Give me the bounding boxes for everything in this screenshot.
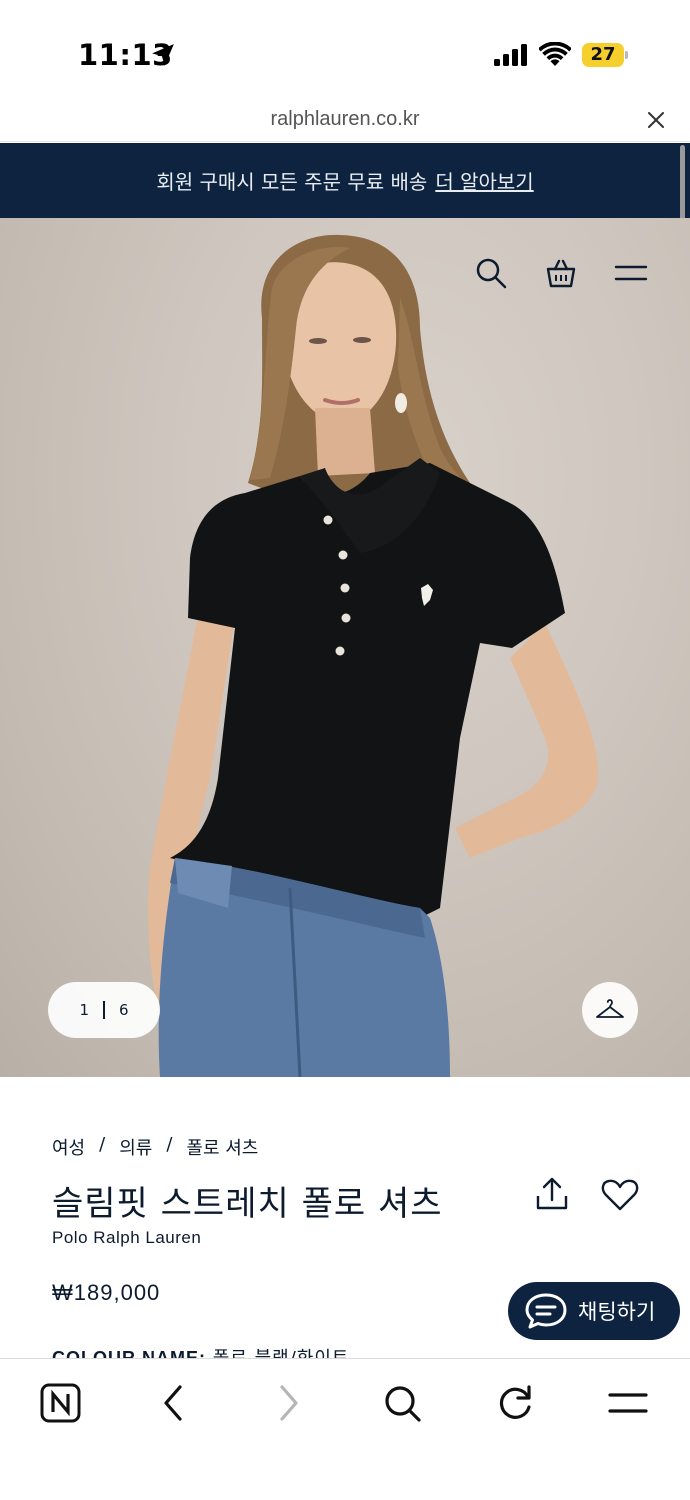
pager-total: 6 [119,1001,129,1019]
naver-n-icon[interactable] [39,1381,83,1425]
battery-level: 27 [590,44,616,65]
browser-toolbar [0,1358,690,1500]
status-bar: 11:13 27 [0,0,690,100]
back-arrow-icon[interactable] [152,1381,196,1425]
product-hero-image[interactable]: 1 6 [0,218,690,1077]
colour-name: COLOUR NAME: 폴로 블랙/화이트 [52,1344,349,1358]
breadcrumb-separator: / [166,1134,173,1155]
colour-value: 폴로 블랙/화이트 [213,1348,350,1358]
search-icon[interactable] [380,1381,424,1425]
url-text[interactable]: ralphlauren.co.kr [0,108,690,131]
breadcrumb-item-clothing[interactable]: 의류 [119,1134,152,1160]
wifi-icon [539,42,571,66]
battery-icon: 27 [582,43,628,67]
chat-button[interactable]: 채팅하기 [508,1282,680,1340]
hanger-button[interactable] [582,982,638,1038]
chat-label: 채팅하기 [578,1300,656,1324]
pager-current: 1 [79,1001,89,1019]
product-brand: Polo Ralph Lauren [52,1228,202,1247]
breadcrumb-item-polo-shirts[interactable]: 폴로 셔츠 [186,1134,258,1160]
share-icon[interactable] [534,1176,570,1212]
search-icon[interactable] [474,256,508,290]
heart-icon[interactable] [601,1178,639,1212]
product-title: 슬림핏 스트레치 폴로 셔츠 [52,1184,443,1224]
promo-learn-more-link[interactable]: 더 알아보기 [435,166,533,195]
browser-url-bar[interactable]: ralphlauren.co.kr [0,100,690,142]
product-price: ₩189,000 [52,1280,161,1305]
close-icon[interactable] [644,108,668,132]
promo-banner: 회원 구매시 모든 주문 무료 배송 더 알아보기 [0,143,690,218]
breadcrumb-separator: / [99,1134,106,1155]
menu-icon[interactable] [606,1381,650,1425]
reload-icon[interactable] [493,1381,537,1425]
hanger-icon [596,999,624,1018]
pager-separator [103,1001,105,1019]
chat-bubble-icon [525,1293,567,1329]
menu-icon[interactable] [614,256,648,290]
image-pager: 1 6 [48,982,160,1038]
signal-icon [494,44,527,66]
model-photo [148,234,599,1077]
forward-arrow-icon[interactable] [266,1381,310,1425]
breadcrumb-item-women[interactable]: 여성 [52,1134,85,1160]
colour-label: COLOUR NAME: [52,1348,206,1358]
promo-text: 회원 구매시 모든 주문 무료 배송 [156,170,428,194]
breadcrumb: 여성 / 의류 / 폴로 셔츠 [52,1134,258,1160]
shopping-basket-icon[interactable] [544,256,578,290]
location-arrow-icon [152,44,174,66]
